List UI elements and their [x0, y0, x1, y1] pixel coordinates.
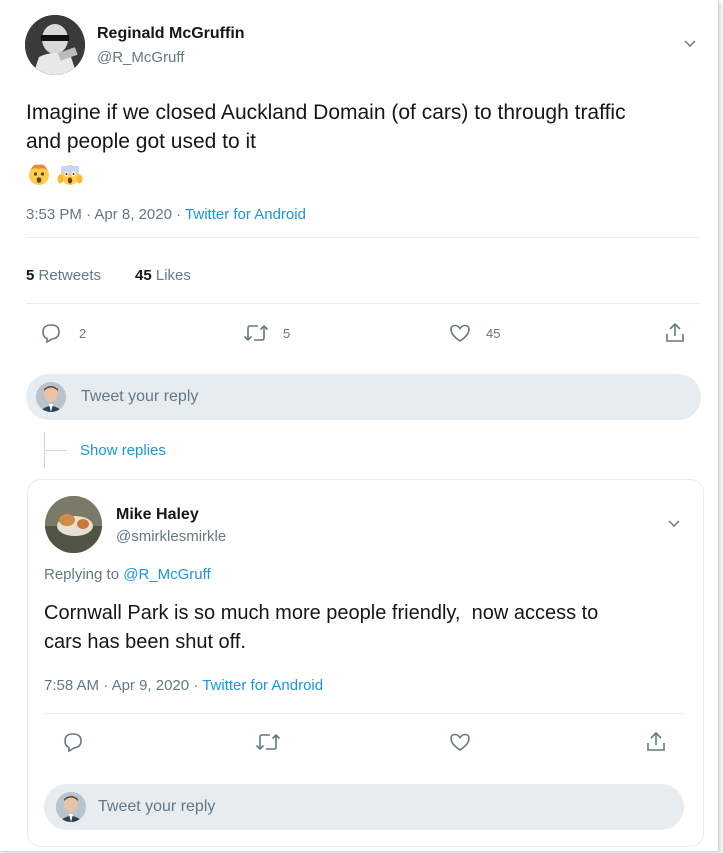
retweets-stat[interactable]: 5 Retweets: [26, 267, 101, 284]
reply-heart-icon[interactable]: [448, 731, 472, 753]
tweet-timestamp[interactable]: 3:53 PM · Apr 8, 2020 · Twitter for Andr…: [26, 206, 306, 223]
divider: [26, 237, 700, 238]
like-count: 45: [486, 325, 501, 341]
face-screaming-emoji-icon: [57, 162, 83, 186]
reply-timestamp[interactable]: 7:58 AM · Apr 9, 2020 · Twitter for Andr…: [44, 677, 323, 694]
reply-composer[interactable]: Tweet your reply: [44, 784, 684, 830]
reply-composer[interactable]: Tweet your reply: [26, 374, 701, 420]
share-icon[interactable]: [664, 321, 686, 345]
show-replies-link[interactable]: Show replies: [80, 442, 166, 459]
retweets-label: Retweets: [38, 267, 102, 284]
chevron-down-icon[interactable]: [682, 38, 698, 50]
reply-input[interactable]: Tweet your reply: [81, 388, 198, 406]
reply-time: 7:58 AM: [44, 677, 100, 694]
reply-author-handle[interactable]: @smirklesmirkle: [116, 528, 226, 545]
reply-author-name[interactable]: Mike Haley: [116, 506, 199, 524]
separator-dot: ·: [193, 677, 199, 694]
tweet-source-link[interactable]: Twitter for Android: [185, 206, 306, 223]
reply-source-link[interactable]: Twitter for Android: [202, 677, 323, 694]
reply-button[interactable]: 2: [40, 322, 86, 344]
retweet-icon: [243, 322, 269, 344]
divider: [26, 303, 700, 304]
author-handle[interactable]: @R_McGruff: [97, 49, 184, 66]
reply-text-line-2: cars has been shut off.: [44, 631, 246, 653]
replying-to-label: Replying to: [44, 566, 120, 583]
heart-icon: [448, 322, 472, 344]
tweet-text-line-2: and people got used to it: [26, 130, 257, 153]
author-avatar[interactable]: [25, 15, 85, 75]
reply-retweet-icon[interactable]: [255, 731, 281, 753]
separator-dot: ·: [103, 677, 109, 694]
reply-count: 2: [79, 325, 87, 341]
retweet-button[interactable]: 5: [243, 322, 290, 344]
user-avatar: [36, 382, 66, 412]
reply-date: Apr 9, 2020: [111, 677, 190, 694]
likes-count: 45: [135, 267, 152, 284]
retweet-count: 5: [283, 325, 291, 341]
reply-author-avatar[interactable]: [45, 496, 102, 553]
likes-label: Likes: [155, 267, 191, 284]
likes-stat[interactable]: 45 Likes: [135, 267, 191, 284]
separator-dot: ·: [86, 206, 92, 223]
reply-reply-icon[interactable]: [62, 731, 84, 753]
thread-connector: [44, 432, 67, 468]
reply-input[interactable]: Tweet your reply: [98, 798, 215, 816]
tweet-text-line-1: Imagine if we closed Auckland Domain (of…: [26, 101, 626, 124]
reply-text-line-1: Cornwall Park is so much more people fri…: [44, 602, 599, 624]
like-button[interactable]: 45: [448, 322, 500, 344]
retweets-count: 5: [26, 267, 35, 284]
replying-to-handle-link[interactable]: @R_McGruff: [123, 566, 210, 583]
separator-dot: ·: [176, 206, 182, 223]
exploding-head-emoji-icon: [27, 162, 51, 186]
user-avatar: [56, 792, 86, 822]
reply-icon: [40, 322, 62, 344]
chevron-down-icon[interactable]: [666, 518, 682, 530]
divider: [44, 713, 685, 714]
author-name[interactable]: Reginald McGruffin: [97, 25, 245, 43]
tweet-card: Reginald McGruffin @R_McGruff Imagine if…: [0, 0, 719, 852]
tweet-time: 3:53 PM: [26, 206, 82, 223]
tweet-date: Apr 8, 2020: [94, 206, 172, 223]
reply-share-icon[interactable]: [645, 730, 667, 754]
replying-to: Replying to @R_McGruff: [44, 566, 211, 583]
